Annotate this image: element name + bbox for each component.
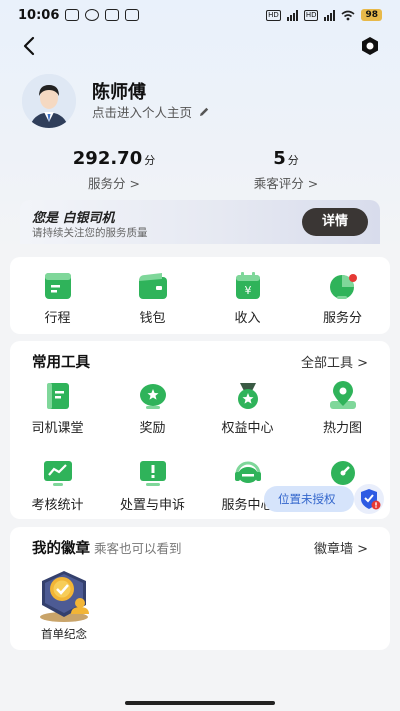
level-title: 您是 白银司机 bbox=[32, 211, 115, 226]
profile-link-label: 点击进入个人主页 bbox=[92, 105, 193, 120]
service-score-stat[interactable]: 292.70 分 服务分 > bbox=[24, 148, 204, 192]
assessment-stats-button[interactable]: 考核统计 bbox=[10, 458, 105, 513]
driver-level-card: 您是 白银司机 请持续关注您的服务质量 详情 bbox=[20, 200, 380, 244]
avatar[interactable] bbox=[22, 74, 76, 128]
income-button[interactable]: ¥ 收入 bbox=[200, 271, 295, 326]
driver-avatar-icon bbox=[22, 74, 76, 128]
service-score-label: 服务分 > bbox=[88, 176, 140, 191]
notification-icon bbox=[65, 9, 80, 21]
benefits-icon bbox=[237, 383, 258, 409]
passenger-rating-stat[interactable]: 5分 乘客评分 > bbox=[196, 148, 376, 192]
wifi-icon bbox=[341, 10, 355, 20]
status-right: HD HD 98 bbox=[266, 9, 382, 21]
status-bar: 10:06 HD HD 98 bbox=[0, 0, 400, 30]
driver-name: 陈师傅 bbox=[92, 82, 146, 103]
service-score-button[interactable]: 服务分 bbox=[295, 271, 390, 326]
status-notification-icons bbox=[65, 9, 140, 21]
settings-icon[interactable] bbox=[358, 34, 382, 58]
signal-icon bbox=[286, 9, 298, 21]
service-center-icon bbox=[234, 461, 261, 483]
signal-icon bbox=[324, 9, 336, 21]
hd-icon: HD bbox=[266, 9, 281, 21]
income-icon: ¥ bbox=[235, 272, 260, 299]
appeal-icon bbox=[139, 461, 166, 486]
svg-text:¥: ¥ bbox=[244, 284, 251, 297]
reward-icon bbox=[139, 384, 166, 409]
passenger-rating-value: 5分 bbox=[273, 148, 299, 169]
profile-link[interactable]: 点击进入个人主页 bbox=[92, 102, 210, 121]
medal-label: 首单纪念 bbox=[41, 627, 87, 641]
tools-section-title: 常用工具 bbox=[32, 355, 90, 371]
home-indicator[interactable] bbox=[125, 701, 275, 705]
reward-button[interactable]: 奖励 bbox=[105, 381, 200, 436]
wallet-icon bbox=[138, 273, 167, 299]
passenger-rating-label: 乘客评分 > bbox=[253, 176, 319, 191]
wallet-button[interactable]: 钱包 bbox=[105, 271, 200, 326]
app-notification-icon bbox=[125, 9, 140, 21]
driver-class-icon bbox=[46, 383, 69, 409]
itinerary-icon bbox=[44, 273, 71, 299]
badge-wall-link[interactable]: 徽章墙 > bbox=[314, 538, 368, 557]
badges-hint: 乘客也可以看到 bbox=[94, 541, 182, 556]
itinerary-button[interactable]: 行程 bbox=[10, 271, 105, 326]
level-subtitle: 请持续关注您的服务质量 bbox=[32, 227, 148, 239]
assessment-icon bbox=[43, 461, 72, 486]
hd-icon: HD bbox=[303, 9, 319, 21]
status-time: 10:06 bbox=[18, 7, 60, 23]
main-actions-card: 行程 钱包 ¥ 收入 服务分 bbox=[10, 257, 390, 334]
location-shield-button[interactable] bbox=[354, 484, 384, 514]
back-arrow-icon[interactable] bbox=[18, 34, 42, 58]
all-tools-link[interactable]: 全部工具 > bbox=[301, 352, 368, 371]
level-detail-button[interactable]: 详情 bbox=[302, 208, 368, 236]
service-score-value: 292.70 分 bbox=[72, 148, 156, 169]
first-order-medal-icon[interactable] bbox=[30, 567, 98, 623]
heatmap-icon bbox=[329, 381, 356, 409]
battery-icon: 98 bbox=[361, 9, 382, 21]
badges-section-title: 我的徽章 乘客也可以看到 bbox=[32, 541, 182, 557]
heatmap-button[interactable]: 热力图 bbox=[295, 381, 390, 436]
driver-class-button[interactable]: 司机课堂 bbox=[10, 381, 105, 436]
nfc-icon bbox=[105, 9, 120, 21]
location-permission-pill[interactable]: 位置未授权 bbox=[264, 486, 354, 512]
service-score-icon bbox=[329, 274, 357, 299]
shield-warning-icon bbox=[361, 489, 381, 510]
edit-pencil-icon bbox=[200, 107, 209, 116]
benefits-center-button[interactable]: 权益中心 bbox=[200, 381, 295, 436]
alarm-icon bbox=[85, 9, 100, 21]
appeal-button[interactable]: 处置与申诉 bbox=[105, 458, 200, 513]
